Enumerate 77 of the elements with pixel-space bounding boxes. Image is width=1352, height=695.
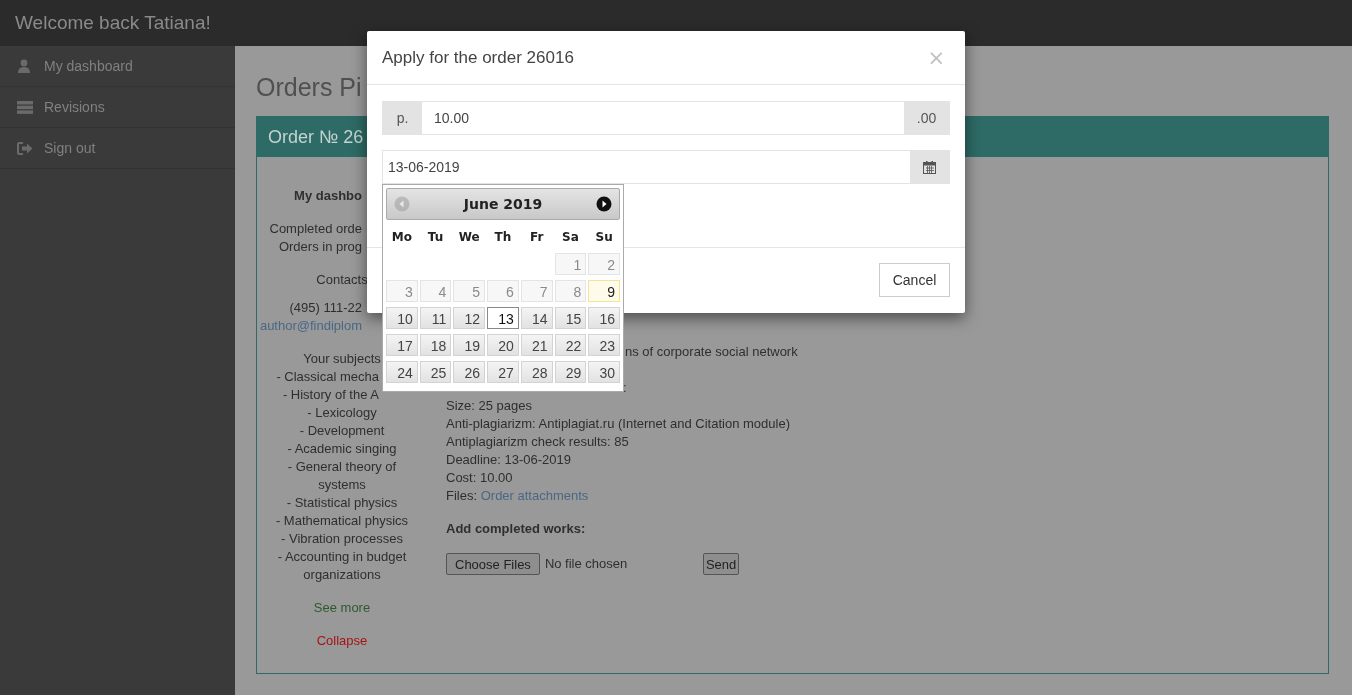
weekday-label: Su — [595, 230, 613, 244]
order-detail: Anti-plagiarizm: Antiplagiat.ru (Internet and Citation module) — [446, 415, 791, 433]
currency-addon: p. — [383, 102, 422, 134]
calendar-day[interactable]: 21 — [520, 334, 553, 356]
calendar-day[interactable]: 10 — [386, 307, 418, 329]
weekday-label: Tu — [427, 230, 444, 244]
calendar-day[interactable]: 22 — [554, 334, 587, 356]
calendar-day[interactable]: 28 — [520, 361, 553, 383]
calendar-day: 6 — [487, 280, 519, 302]
order-detail: : — [623, 379, 628, 397]
send-button[interactable]: Send — [702, 553, 740, 575]
calendar-day[interactable]: 27 — [487, 361, 519, 383]
order-detail: Deadline: 13-06-2019 — [446, 451, 573, 469]
calendar-day[interactable]: 16 — [588, 307, 620, 329]
calendar-day[interactable]: 13 — [487, 307, 519, 329]
subject-item: - Statistical physics — [285, 494, 399, 512]
sign-out-icon — [17, 141, 33, 155]
calendar-day[interactable]: 30 — [588, 361, 620, 383]
weekday-label: Th — [494, 230, 512, 244]
calendar-day[interactable]: 14 — [520, 307, 553, 329]
calendar-day: 1 — [554, 253, 587, 275]
list-icon — [17, 100, 33, 114]
calendar-day[interactable]: 24 — [386, 361, 418, 383]
choose-files-button[interactable]: Choose Files — [446, 553, 540, 575]
calendar-day[interactable]: 11 — [419, 307, 452, 329]
next-month-icon[interactable] — [596, 196, 612, 212]
calendar-day[interactable]: 19 — [453, 334, 486, 356]
dashboard-heading: My dashbo — [294, 187, 362, 205]
cents-addon: .00 — [904, 102, 949, 134]
phone-number: (495) 111-22 — [289, 299, 362, 317]
calendar-day[interactable]: 17 — [386, 334, 418, 356]
weekday-label: Fr — [530, 230, 544, 244]
calendar-day[interactable]: 12 — [453, 307, 486, 329]
calendar-day: 2 — [588, 253, 620, 275]
subject-item: - Lexicology — [306, 404, 378, 422]
subject-item: - Development — [298, 422, 386, 440]
upload-heading: Add completed works: — [446, 520, 587, 538]
calendar-day[interactable]: 25 — [419, 361, 452, 383]
calendar-day[interactable]: 26 — [453, 361, 486, 383]
welcome-title: Welcome back Tatiana! — [15, 12, 211, 34]
calendar-day[interactable]: 15 — [554, 307, 587, 329]
calendar-day: 3 — [386, 280, 418, 302]
subjects-heading: Your subjects — [303, 350, 381, 368]
calendar-day[interactable]: 18 — [419, 334, 452, 356]
calendar-day[interactable]: 23 — [588, 334, 620, 356]
contacts-heading: Contacts — [316, 271, 368, 289]
order-stat: Completed orde — [269, 220, 362, 238]
subject-item: - Vibration processes — [280, 530, 404, 548]
subject-item: - Academic singing — [286, 440, 398, 458]
subject-item: - General theory of systems — [286, 458, 398, 494]
subject-item: - History of the A — [282, 386, 379, 404]
order-detail: Antiplagiarizm check results: 85 — [446, 433, 630, 451]
calendar-day: 8 — [554, 280, 587, 302]
user-icon — [17, 59, 31, 73]
order-stat: Orders in prog — [277, 238, 362, 256]
subject-item: - Mathematical physics — [274, 512, 410, 530]
file-status: No file chosen — [543, 555, 629, 573]
calendar-day[interactable]: 9 — [588, 280, 620, 302]
files-label: Files: — [446, 488, 478, 503]
calendar-day: 4 — [419, 280, 452, 302]
calendar-day[interactable]: 20 — [487, 334, 519, 356]
weekday-label: Sa — [562, 230, 579, 244]
price-field[interactable]: p. 10.00 .00 — [382, 101, 950, 135]
order-detail: Cost: 10.00 — [446, 469, 514, 487]
weekday-label: We — [458, 230, 480, 244]
subject-item: - Classical mecha — [276, 368, 379, 386]
calendar-day: 7 — [520, 280, 553, 302]
calendar-day: 5 — [453, 280, 486, 302]
cancel-button[interactable]: Cancel — [879, 263, 950, 297]
month-title: June 2019 — [463, 196, 543, 212]
order-topic: ns of corporate social network — [625, 343, 798, 361]
modal-title: Apply for the order 26016 — [382, 47, 574, 68]
calendar-day[interactable]: 29 — [554, 361, 587, 383]
weekday-label: Mo — [391, 230, 412, 244]
panel-title: Order № 26 — [268, 126, 364, 148]
subject-item: - Accounting in budget organizations — [276, 548, 408, 584]
order-detail: Size: 25 pages — [446, 397, 533, 415]
